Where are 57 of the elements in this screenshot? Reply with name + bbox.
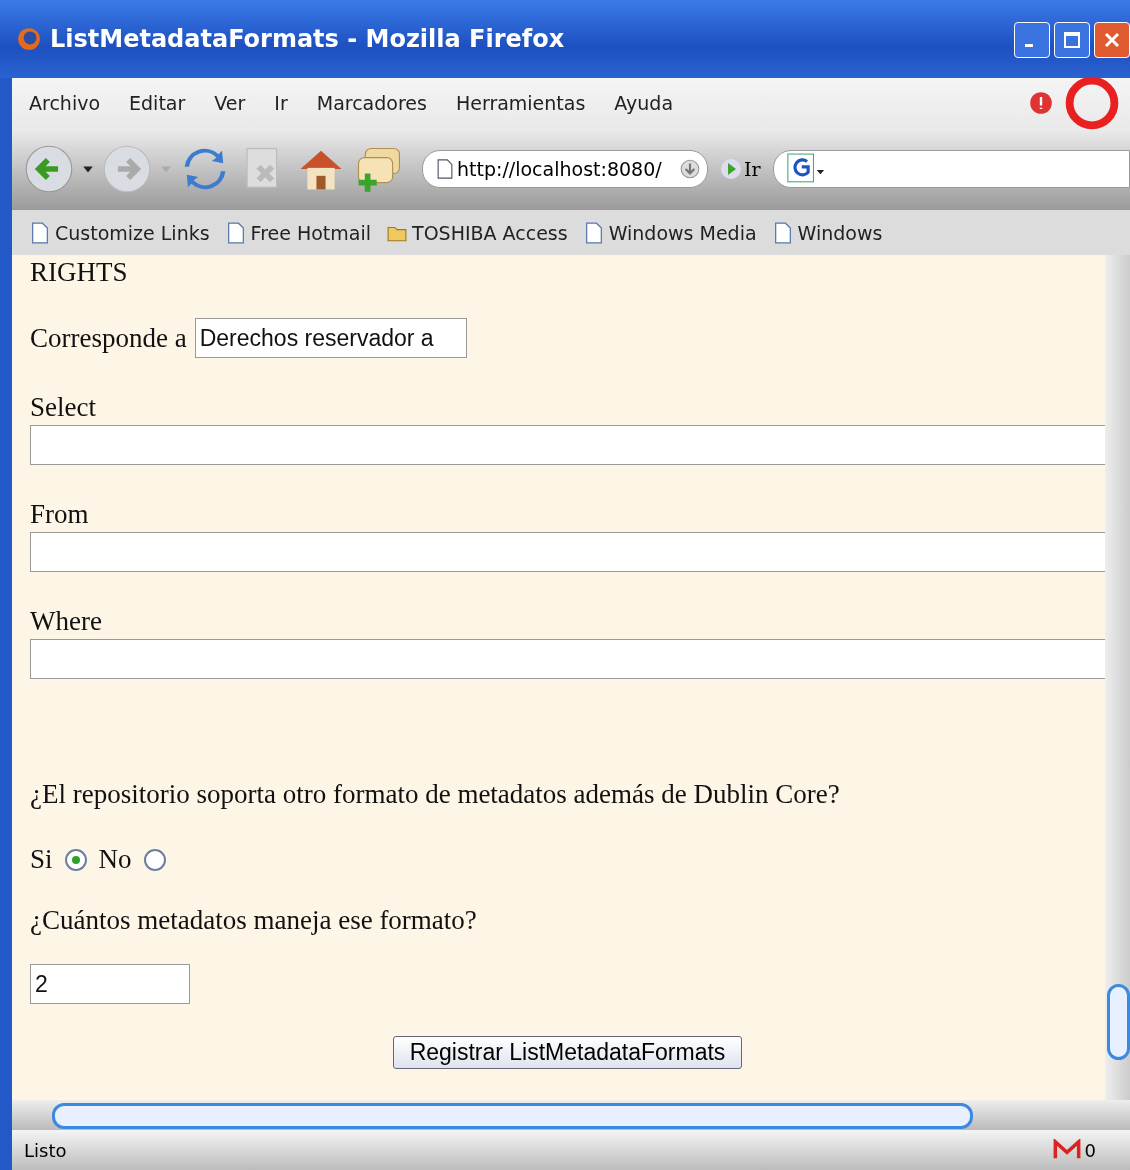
- address-field[interactable]: http://localhost:8080/: [422, 150, 708, 188]
- stop-icon: [1029, 91, 1053, 115]
- question-text: ¿El repositorio soporta otro formato de metadatos además de Dublin Core?: [30, 779, 841, 810]
- page-icon: [30, 221, 50, 244]
- page-icon: [583, 221, 604, 244]
- close-icon: [1102, 30, 1122, 50]
- field-label: Corresponde a: [30, 322, 187, 354]
- radio-button[interactable]: [64, 848, 87, 871]
- maximize-icon: [1062, 30, 1082, 50]
- radio-button[interactable]: [143, 848, 166, 871]
- option-label: No: [98, 844, 132, 875]
- section-heading: RIGHTS: [30, 257, 129, 288]
- number-field[interactable]: 2: [30, 964, 190, 1004]
- field-label: From: [30, 499, 90, 530]
- browser-logo-icon: [16, 26, 42, 52]
- close-button[interactable]: [1094, 22, 1130, 58]
- dropdown-icon[interactable]: [679, 158, 701, 180]
- minimize-button[interactable]: [1014, 22, 1050, 58]
- field-label: Select: [30, 392, 97, 423]
- text-field[interactable]: [30, 425, 1105, 465]
- horizontal-scrollbar[interactable]: [12, 1100, 1130, 1130]
- vertical-scrollbar[interactable]: [1105, 255, 1130, 1100]
- search-field[interactable]: [772, 150, 1130, 188]
- mail-count: 0: [1084, 1139, 1096, 1161]
- bookmark-item[interactable]: Customize Links: [30, 221, 210, 244]
- search-engine-icon[interactable]: [785, 153, 826, 185]
- bookmark-item[interactable]: Windows: [772, 221, 883, 244]
- back-button[interactable]: [24, 144, 74, 194]
- question-text: ¿Cuántos metadatos maneja ese formato?: [30, 905, 478, 936]
- bookmark-item[interactable]: Windows Media: [583, 221, 757, 244]
- ring-logo-icon: [1064, 75, 1120, 131]
- bookmark-item[interactable]: Free Hotmail: [225, 221, 372, 244]
- go-button[interactable]: Ir: [716, 158, 765, 180]
- minimize-icon: [1025, 43, 1033, 47]
- status-text: Listo: [24, 1139, 67, 1161]
- maximize-button[interactable]: [1054, 22, 1090, 58]
- field-label: Where: [30, 606, 103, 637]
- text-field[interactable]: [30, 639, 1105, 679]
- forward-button[interactable]: [102, 144, 152, 194]
- submit-button[interactable]: Registrar ListMetadataFormats: [392, 1036, 743, 1069]
- menu-item[interactable]: Editar: [129, 92, 186, 114]
- page-icon: [225, 221, 246, 244]
- mail-icon: [1052, 1139, 1081, 1161]
- menu-item[interactable]: Ir: [274, 92, 288, 114]
- menu-item[interactable]: Archivo: [29, 92, 101, 114]
- page-icon: [437, 158, 453, 180]
- text-field[interactable]: Derechos reservador a: [194, 318, 467, 358]
- bookmark-item[interactable]: TOSHIBA Access: [387, 221, 568, 244]
- menu-item[interactable]: Herramientas: [455, 92, 586, 114]
- option-label: Si: [30, 844, 53, 875]
- menu-item[interactable]: Marcadores: [316, 92, 427, 114]
- page-icon: [772, 221, 793, 244]
- menu-item[interactable]: Ayuda: [614, 92, 674, 114]
- play-icon: [720, 158, 742, 180]
- menu-item[interactable]: Ver: [214, 92, 246, 114]
- text-field[interactable]: [30, 532, 1105, 572]
- window-title: ListMetadataFormats - Mozilla Firefox: [50, 25, 566, 53]
